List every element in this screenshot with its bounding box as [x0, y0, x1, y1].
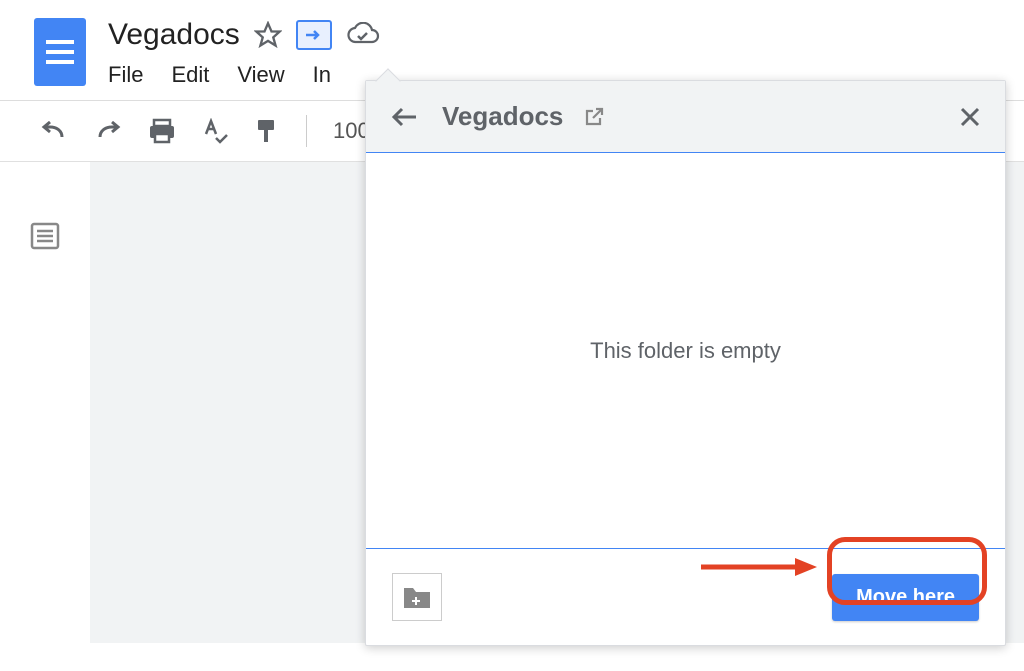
spellcheck-icon[interactable] — [202, 118, 228, 144]
open-new-tab-icon[interactable] — [583, 106, 605, 128]
popover-title: Vegadocs — [442, 101, 563, 132]
move-popover: Vegadocs This folder is empty M — [365, 80, 1006, 646]
move-icon[interactable] — [296, 20, 332, 50]
menu-file[interactable]: File — [108, 62, 143, 88]
undo-icon[interactable] — [40, 121, 68, 141]
docs-logo[interactable] — [34, 18, 86, 86]
menu-view[interactable]: View — [237, 62, 284, 88]
outline-icon[interactable] — [30, 222, 60, 643]
empty-folder-message: This folder is empty — [590, 338, 781, 364]
close-icon[interactable] — [959, 106, 981, 128]
redo-icon[interactable] — [94, 121, 122, 141]
toolbar-separator — [306, 115, 307, 147]
star-icon[interactable] — [254, 21, 282, 49]
move-here-button[interactable]: Move here — [832, 574, 979, 621]
document-title[interactable]: Vegadocs — [108, 18, 240, 52]
back-arrow-icon[interactable] — [390, 105, 418, 129]
cloud-saved-icon[interactable] — [346, 22, 380, 48]
menu-edit[interactable]: Edit — [171, 62, 209, 88]
print-icon[interactable] — [148, 118, 176, 144]
new-folder-button[interactable] — [392, 573, 442, 621]
paint-format-icon[interactable] — [254, 118, 280, 144]
menu-insert-partial[interactable]: In — [313, 62, 331, 88]
